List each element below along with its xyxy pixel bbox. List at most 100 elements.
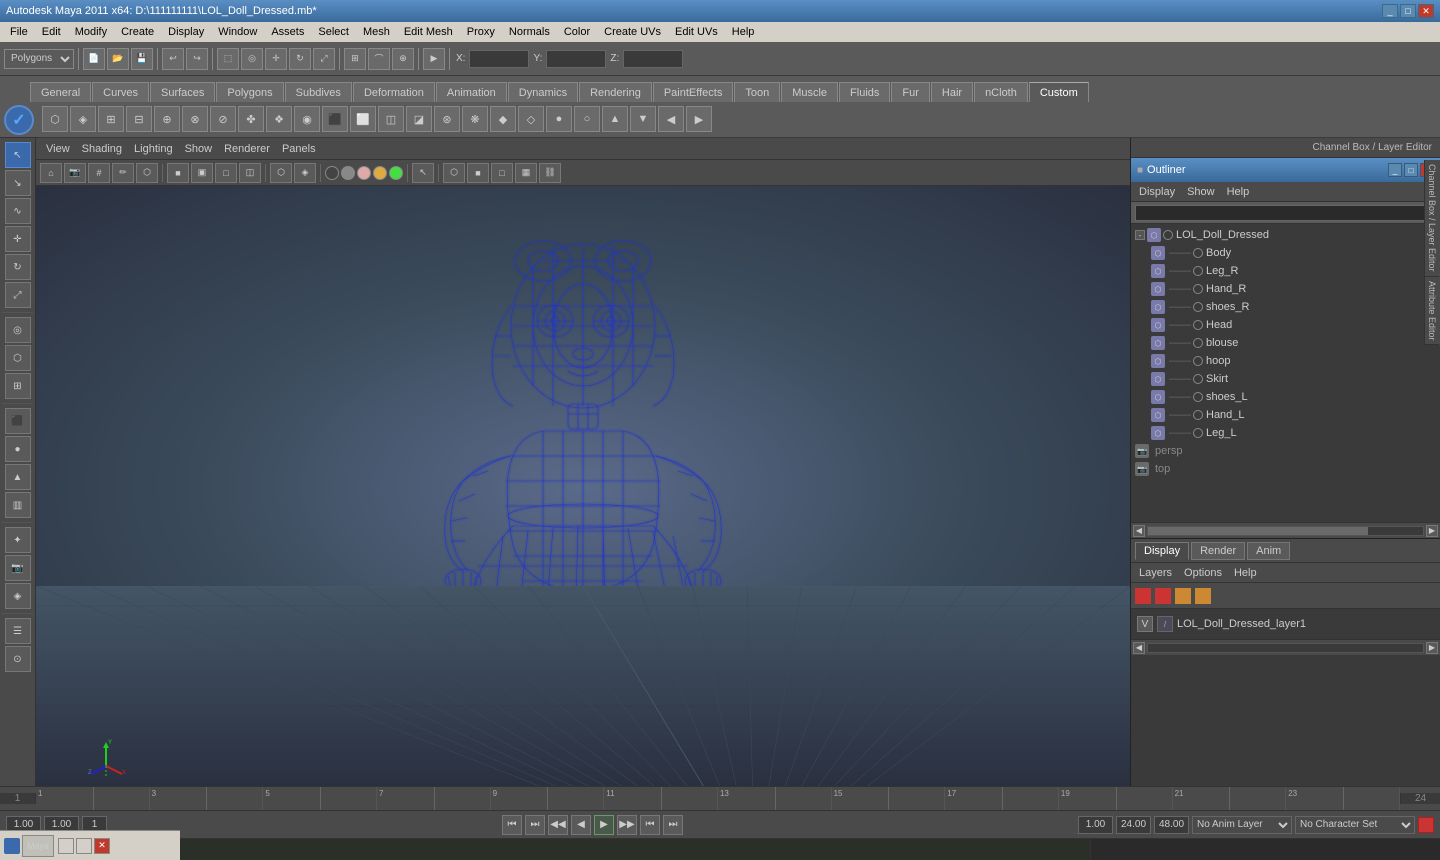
outliner-item-root[interactable]: - ⬡ LOL_Doll_Dressed (1131, 226, 1440, 244)
x-input[interactable] (469, 50, 529, 68)
shelf-icon-18[interactable]: ◇ (518, 106, 544, 132)
vp-display-mode-4[interactable]: ◫ (239, 163, 261, 183)
outliner-scrollbar-h[interactable]: ◀ ▶ (1131, 522, 1440, 538)
shelf-tab-rendering[interactable]: Rendering (579, 82, 652, 102)
shelf-tab-deformation[interactable]: Deformation (353, 82, 435, 102)
snap-to-grid[interactable]: ⊞ (344, 48, 366, 70)
vp-extra-2[interactable]: ■ (467, 163, 489, 183)
shelf-icon-10[interactable]: ◉ (294, 106, 320, 132)
paint-select-button[interactable]: ↘ (5, 170, 31, 196)
shelf-icon-17[interactable]: ◆ (490, 106, 516, 132)
move-tool[interactable]: ✛ (265, 48, 287, 70)
menu-edit-mesh[interactable]: Edit Mesh (398, 22, 459, 42)
menu-display[interactable]: Display (162, 22, 210, 42)
shelf-tab-animation[interactable]: Animation (436, 82, 507, 102)
mode-select[interactable]: Polygons Surfaces Dynamics (4, 49, 74, 69)
outliner-menu-display[interactable]: Display (1135, 186, 1179, 198)
vp-display-mode-2[interactable]: ▣ (191, 163, 213, 183)
outliner-item-shoes-l[interactable]: ⬡ —— shoes_L (1131, 388, 1440, 406)
br-sub-options[interactable]: Options (1180, 567, 1226, 579)
right-edge-tab-channel[interactable]: Channel Box / Layer Editor (1425, 160, 1439, 277)
outliner-minimize[interactable]: _ (1388, 163, 1402, 177)
menu-proxy[interactable]: Proxy (461, 22, 501, 42)
shelf-icon-9[interactable]: ❖ (266, 106, 292, 132)
shelf-icon-12[interactable]: ⬜ (350, 106, 376, 132)
vp-extra-4[interactable]: ▦ (515, 163, 537, 183)
shelf-icon-24[interactable]: ▶ (686, 106, 712, 132)
menu-modify[interactable]: Modify (69, 22, 113, 42)
shelf-tab-painteffects[interactable]: PaintEffects (653, 82, 734, 102)
rotate-button[interactable]: ↻ (5, 254, 31, 280)
shelf-tab-dynamics[interactable]: Dynamics (508, 82, 578, 102)
vp-extra-1[interactable]: ⬡ (443, 163, 465, 183)
play-forward2-button[interactable]: ▶▶ (617, 815, 637, 835)
open-file-button[interactable]: 📂 (107, 48, 129, 70)
timeline-numbers[interactable]: 1 3 5 7 9 11 13 15 17 19 21 (36, 787, 1400, 810)
viewport-menu-show[interactable]: Show (181, 143, 217, 155)
layer-row-1[interactable]: V / LOL_Doll_Dressed_layer1 (1135, 613, 1436, 635)
outliner-maximize[interactable]: □ (1404, 163, 1418, 177)
play-forward-button[interactable]: ▶ (594, 815, 614, 835)
expand-btn-root[interactable]: - (1135, 230, 1145, 240)
menu-select[interactable]: Select (312, 22, 355, 42)
br-scrollbar-track[interactable] (1147, 643, 1424, 653)
minimize-button[interactable]: _ (1382, 4, 1398, 18)
cone-button[interactable]: ▲ (5, 464, 31, 490)
br-tab-anim[interactable]: Anim (1247, 542, 1290, 560)
shelf-icon-23[interactable]: ◀ (658, 106, 684, 132)
task-close-btn[interactable]: ✕ (94, 838, 110, 854)
shelf-tab-curves[interactable]: Curves (92, 82, 149, 102)
br-sub-layers[interactable]: Layers (1135, 567, 1176, 579)
task-max-btn[interactable]: □ (76, 838, 92, 854)
anim-layer-select[interactable]: No Anim Layer (1192, 816, 1292, 834)
shelf-tab-hair[interactable]: Hair (931, 82, 973, 102)
show-manip-button[interactable]: ⊞ (5, 373, 31, 399)
cylinder-button[interactable]: ▥ (5, 492, 31, 518)
layer-visibility-v[interactable]: V (1137, 616, 1153, 632)
outliner-item-leg-l[interactable]: ⬡ —— Leg_L (1131, 424, 1440, 442)
menu-color[interactable]: Color (558, 22, 596, 42)
play-back-button[interactable]: ◀ (571, 815, 591, 835)
light-button[interactable]: ✦ (5, 527, 31, 553)
shelf-icon-1[interactable]: ⬡ (42, 106, 68, 132)
outliner-search-input[interactable] (1135, 205, 1436, 221)
shelf-tab-custom[interactable]: Custom (1029, 82, 1089, 102)
camera-button[interactable]: 📷 (5, 555, 31, 581)
br-scroll-left[interactable]: ◀ (1133, 642, 1145, 654)
character-set-select[interactable]: No Character Set (1295, 816, 1415, 834)
menu-create[interactable]: Create (115, 22, 160, 42)
lasso-tool[interactable]: ◎ (241, 48, 263, 70)
y-input[interactable] (546, 50, 606, 68)
shelf-tab-toon[interactable]: Toon (734, 82, 780, 102)
bottom-right-scrollbar-h[interactable]: ◀ ▶ (1131, 639, 1440, 655)
viewport-canvas[interactable]: Y X Z (36, 186, 1130, 786)
range-start-field[interactable] (1078, 816, 1113, 834)
lasso-select-button[interactable]: ∿ (5, 198, 31, 224)
shelf-icon-3[interactable]: ⊞ (98, 106, 124, 132)
sphere-button[interactable]: ● (5, 436, 31, 462)
scroll-left-button[interactable]: ◀ (1133, 525, 1145, 537)
vp-extra-3[interactable]: □ (491, 163, 513, 183)
vp-quality-3[interactable] (357, 166, 371, 180)
command-input[interactable] (30, 839, 1090, 860)
redo-button[interactable]: ↪ (186, 48, 208, 70)
scroll-right-button[interactable]: ▶ (1426, 525, 1438, 537)
undo-button[interactable]: ↩ (162, 48, 184, 70)
viewport-menu-renderer[interactable]: Renderer (220, 143, 274, 155)
z-input[interactable] (623, 50, 683, 68)
vp-display-mode-1[interactable]: ■ (167, 163, 189, 183)
shelf-icon-22[interactable]: ▼ (630, 106, 656, 132)
render-button[interactable]: ▶ (423, 48, 445, 70)
outliner-menu-show[interactable]: Show (1183, 186, 1219, 198)
br-tab-render[interactable]: Render (1191, 542, 1245, 560)
outliner-item-blouse[interactable]: ⬡ —— blouse (1131, 334, 1440, 352)
vp-grid-button[interactable]: # (88, 163, 110, 183)
shelf-icon-7[interactable]: ⊘ (210, 106, 236, 132)
shelf-icon-20[interactable]: ○ (574, 106, 600, 132)
soft-mod-button[interactable]: ◎ (5, 317, 31, 343)
shelf-tab-ncloth[interactable]: nCloth (974, 82, 1028, 102)
shelf-icon-14[interactable]: ◪ (406, 106, 432, 132)
outliner-content[interactable]: - ⬡ LOL_Doll_Dressed ⬡ —— Body ⬡ —— Leg_… (1131, 224, 1440, 522)
shelf-icon-21[interactable]: ▲ (602, 106, 628, 132)
outliner-item-hoop[interactable]: ⬡ —— hoop (1131, 352, 1440, 370)
